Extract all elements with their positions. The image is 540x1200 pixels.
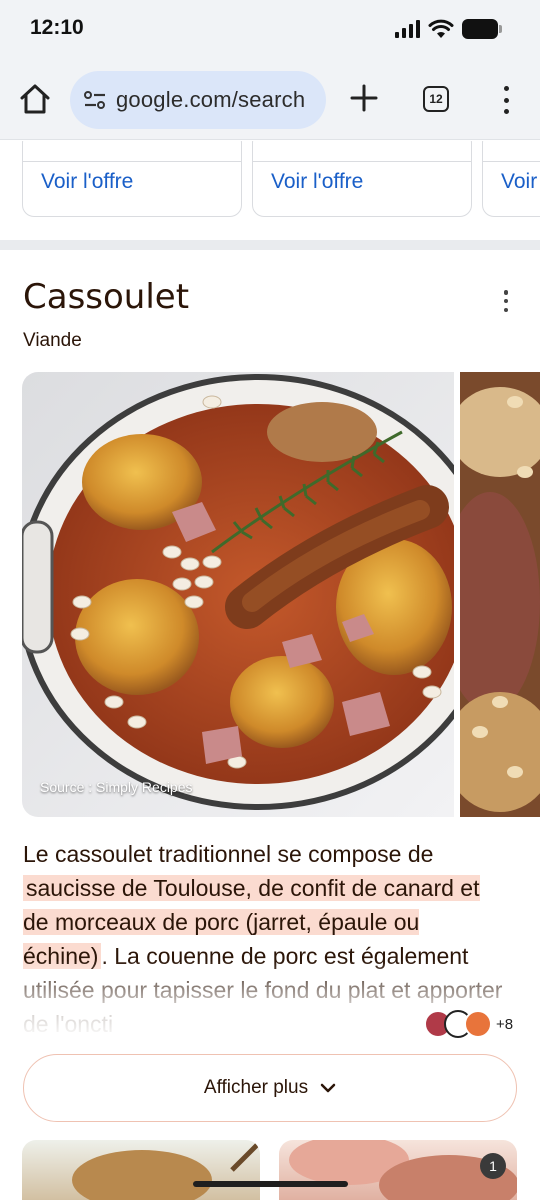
description-text: Le cassoulet traditionnel se compose de	[23, 841, 434, 867]
browser-toolbar: google.com/search 12	[0, 60, 540, 140]
status-bar: 12:10	[0, 0, 540, 60]
panel-more-options-icon[interactable]	[499, 290, 513, 312]
home-indicator[interactable]	[193, 1181, 348, 1187]
show-more-button[interactable]: Afficher plus	[23, 1054, 517, 1122]
offers-carousel: Voir l'offre Voir l'offre Voir	[0, 141, 540, 219]
cellular-signal-icon	[395, 20, 420, 38]
source-favicon-icon	[464, 1010, 492, 1038]
image-count-badge: 1	[480, 1153, 506, 1179]
status-icons	[395, 19, 502, 39]
offer-link[interactable]: Voir l'offre	[41, 170, 133, 194]
tab-switcher-button[interactable]: 12	[423, 86, 449, 112]
browser-menu-icon[interactable]	[496, 86, 516, 114]
panel-subtitle: Viande	[23, 330, 82, 351]
offer-link[interactable]: Voir l'offre	[271, 170, 363, 194]
show-more-label: Afficher plus	[203, 1077, 309, 1098]
image-source-caption: Source : Simply Recipes	[40, 779, 193, 795]
chevron-down-icon	[320, 1083, 336, 1093]
home-icon[interactable]	[18, 82, 52, 116]
related-card[interactable]	[22, 1140, 260, 1200]
related-cards	[0, 1140, 540, 1200]
new-tab-icon[interactable]	[350, 84, 378, 112]
url-text: google.com/search	[116, 87, 306, 112]
offer-link[interactable]: Voir	[501, 170, 537, 194]
panel-title: Cassoulet	[23, 277, 190, 317]
offer-card[interactable]: Voir	[482, 141, 540, 217]
offer-card[interactable]: Voir l'offre	[252, 141, 472, 217]
site-settings-icon[interactable]	[82, 87, 108, 113]
cassoulet-image[interactable]	[22, 372, 454, 817]
offer-card[interactable]: Voir l'offre	[22, 141, 242, 217]
status-time: 12:10	[30, 16, 84, 39]
source-favicons[interactable]: +8	[424, 1010, 513, 1038]
battery-icon	[462, 19, 502, 39]
sources-count: +8	[496, 1015, 514, 1033]
section-divider	[0, 240, 540, 250]
address-bar[interactable]: google.com/search	[70, 71, 326, 129]
cassoulet-image-secondary[interactable]	[460, 372, 540, 817]
wifi-icon	[428, 19, 454, 38]
